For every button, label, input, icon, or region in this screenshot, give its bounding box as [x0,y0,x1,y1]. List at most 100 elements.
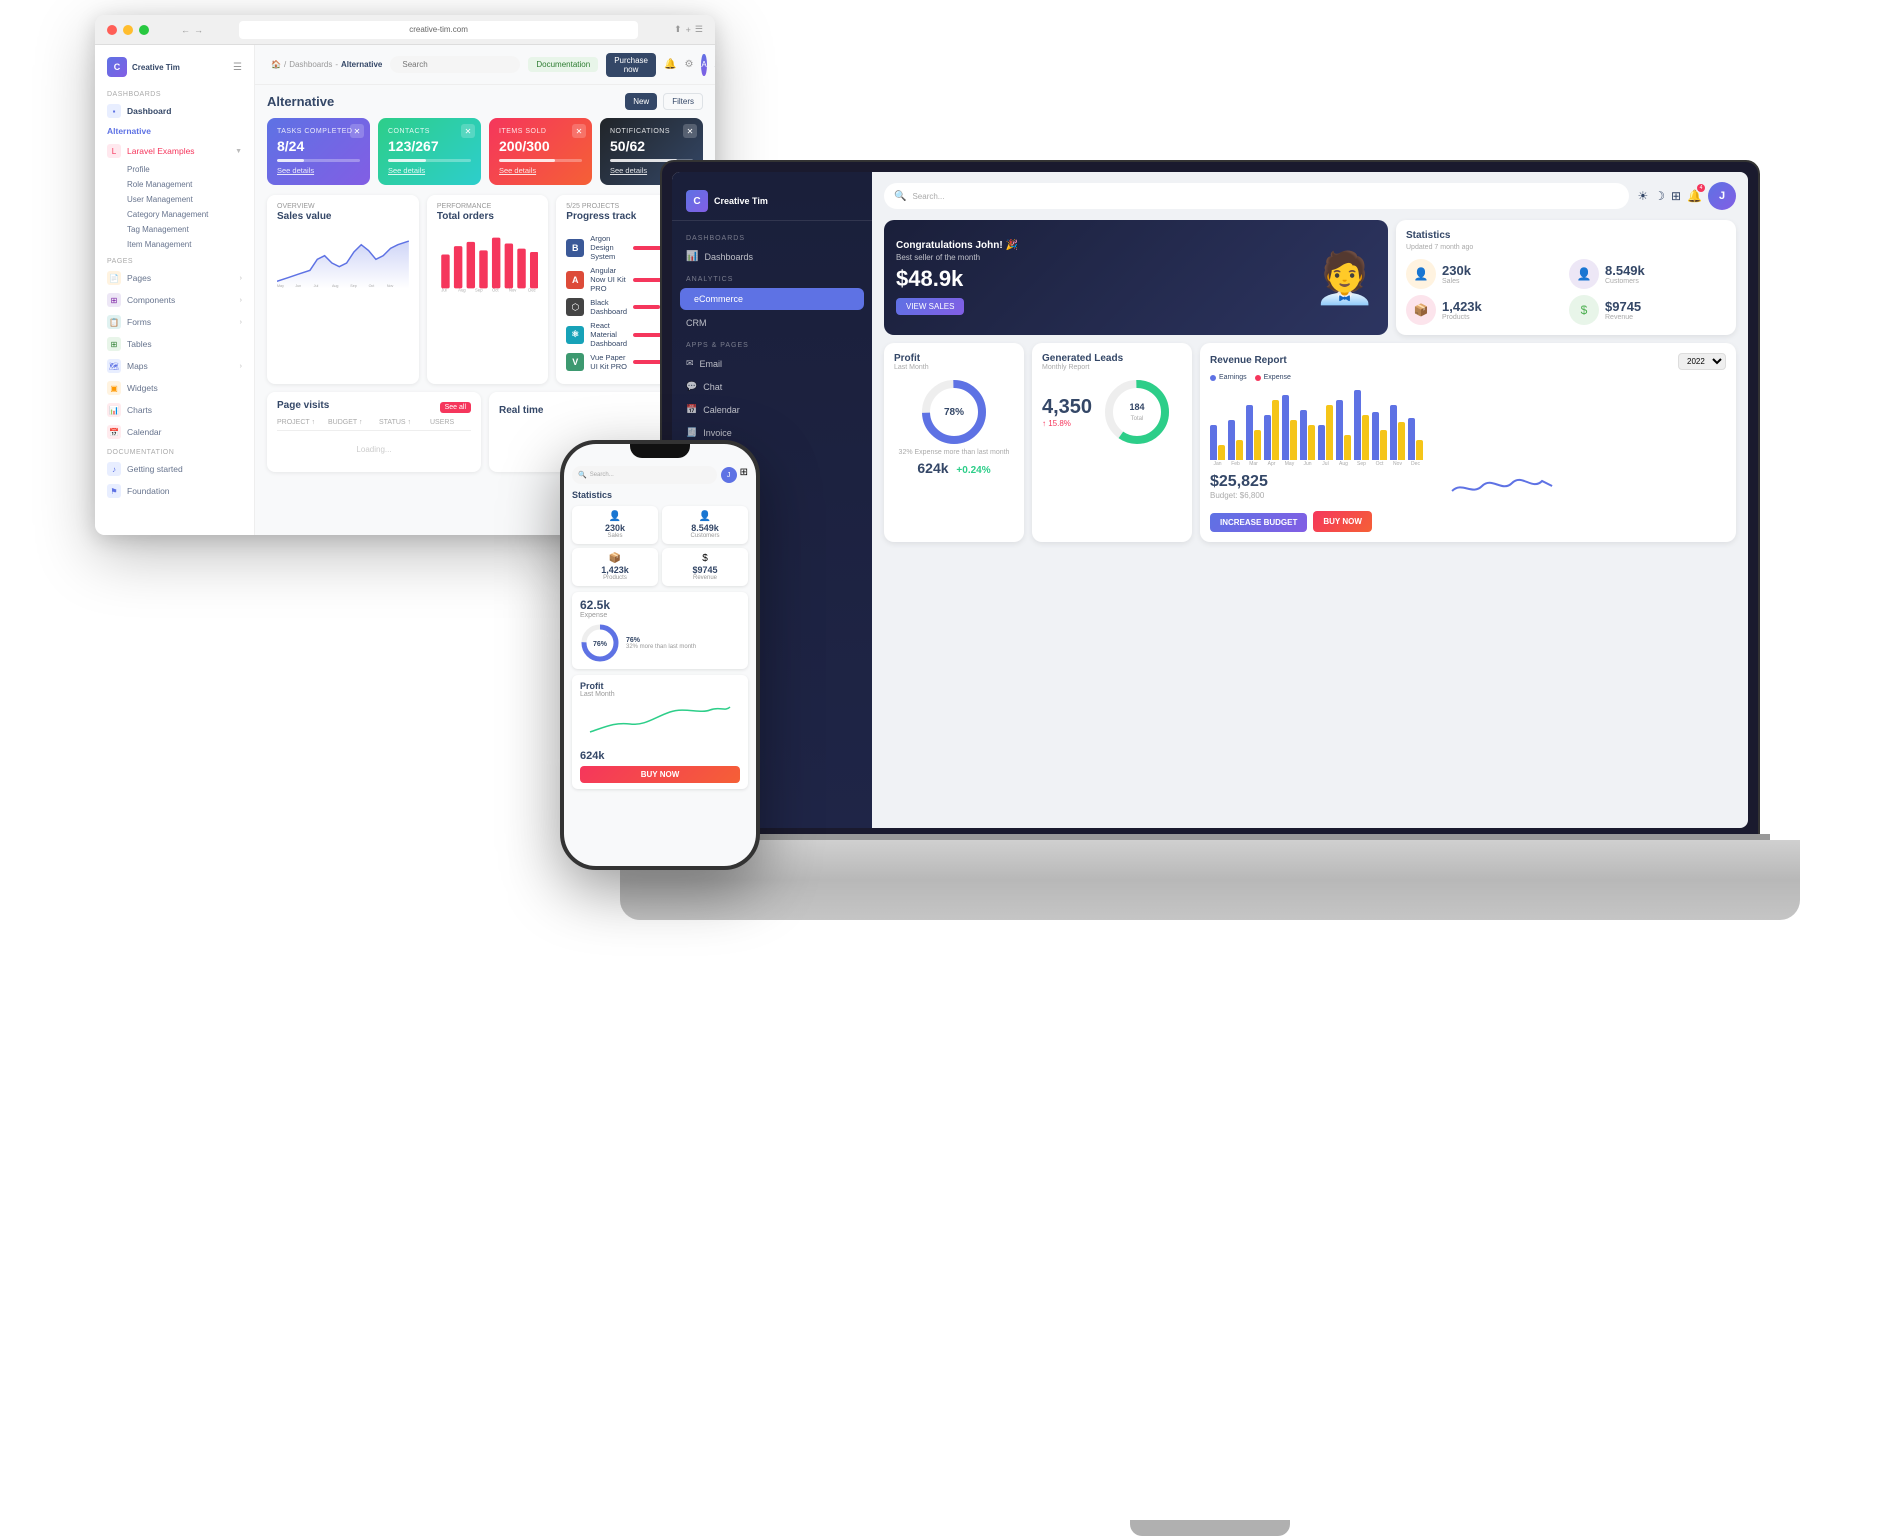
avatar[interactable]: A [701,54,706,76]
sidebar-submenu-tag[interactable]: Tag Management [95,222,254,237]
laptop-search-bar[interactable]: 🔍 Search... [884,183,1629,209]
laptop-nav-ecommerce[interactable]: eCommerce [680,288,864,310]
sidebar-menu-icon[interactable]: ☰ [233,62,242,73]
col-budget: BUDGET ↑ [328,419,369,426]
laptop-notch [1130,1520,1290,1536]
laptop-notification-wrapper: 🔔 4 [1687,187,1702,205]
sidebar-item-calendar[interactable]: 📅 Calendar [95,421,254,443]
close-dot[interactable] [107,25,117,35]
sidebar-submenu-user[interactable]: User Management [95,192,254,207]
breadcrumb: 🏠 / Dashboards - Alternative [271,60,382,69]
laptop-nav-section-dashboards: Dashboards [672,227,872,245]
tables-icon: ⊞ [107,337,121,351]
table-placeholder: Loading... [277,434,471,464]
sidebar-item-dashboard[interactable]: ▪ Dashboard [95,100,254,122]
stat-progress-fill-contacts [388,159,426,162]
laptop-nav-calendar[interactable]: 📅 Calendar [672,398,872,421]
sidebar-submenu-role[interactable]: Role Management [95,177,254,192]
laptop-main: 🔍 Search... ☀ ☽ ⊞ 🔔 4 [872,172,1748,828]
congratulations-greeting: Congratulations John! 🎉 [896,240,1304,251]
phone-search[interactable]: 🔍 Search... [572,466,717,484]
phone-revenue-icon: $ [667,553,743,564]
revenue-header: Revenue Report 2022 2021 [1210,353,1726,370]
expense-dot [1255,375,1261,381]
exp-bar-feb [1236,440,1243,460]
sidebar-item-components[interactable]: ⊞ Components › [95,289,254,311]
sidebar-item-charts[interactable]: 📊 Charts [95,399,254,421]
stat-sales: 👤 230k Sales [1406,259,1563,289]
settings-icon[interactable]: ⚙ [684,59,693,70]
sales-icon: 👤 [1406,259,1436,289]
sidebar-submenu-profile[interactable]: Profile [95,162,254,177]
laptop-avatar[interactable]: J [1708,182,1736,210]
phone-donut-svg: 76% [580,623,620,663]
browser-titlebar: ← → creative-tim.com ⬆ + ☰ [95,15,715,45]
sidebar-item-forms[interactable]: 📋 Forms › [95,311,254,333]
phone-buy-button[interactable]: BUY NOW [580,766,740,783]
laptop-grid-icon[interactable]: ⊞ [1671,189,1681,203]
sidebar-item-maps[interactable]: 🗺 Maps › [95,355,254,377]
laptop-contrast-icon[interactable]: ☀ [1637,189,1648,203]
leads-numbers: 4,350 ↑ 15.8% [1042,396,1092,428]
phone-settings-icon[interactable]: ⊞ [740,467,748,483]
sidebar-item-getting-started[interactable]: ♪ Getting started [95,458,254,480]
svg-text:Jul: Jul [441,288,446,293]
sidebar-item-pages[interactable]: 📄 Pages › [95,267,254,289]
laptop-moon-icon[interactable]: ☽ [1654,189,1665,203]
earnings-dot [1210,375,1216,381]
phone-content: 🔍 Search... J ⊞ Statistics 👤 230k Sa [564,458,756,799]
maps-arrow: › [240,363,242,370]
products-icon: 📦 [1406,295,1436,325]
stat-link-tasks[interactable]: See details [277,166,360,175]
phone-topbar: 🔍 Search... J ⊞ [572,462,748,484]
see-all-button[interactable]: See all [440,402,471,413]
sidebar-item-widgets[interactable]: ▣ Widgets [95,377,254,399]
phone-customers-icon: 👤 [667,511,743,522]
revenue-title: Revenue Report [1210,355,1287,366]
col-status: STATUS ↑ [379,419,420,426]
sidebar-item-laravel[interactable]: L Laravel Examples ▼ [95,140,254,162]
view-sales-button[interactable]: VIEW SALES [896,298,964,315]
stat-card-contacts: ✕ Contacts 123/267 See details [378,118,481,185]
phone-profit-value: 624k [580,750,740,762]
minimize-dot[interactable] [123,25,133,35]
sidebar-item-foundation[interactable]: ⚑ Foundation [95,480,254,502]
page-title: Alternative [267,94,625,109]
filters-button[interactable]: Filters [663,93,703,110]
phone-profit-title: Profit [580,681,740,691]
forms-arrow: › [240,319,242,326]
sidebar-logo-icon: C [107,57,127,77]
revenue-year-select[interactable]: 2022 2021 [1678,353,1726,370]
stat-link-contacts[interactable]: See details [388,166,471,175]
earn-bar-jul [1318,425,1325,460]
svg-text:Jun: Jun [295,284,301,288]
phone-expense-note: 76% 32% more than last month [626,637,696,650]
sidebar-submenu-category[interactable]: Category Management [95,207,254,222]
rev-group-apr: Apr [1264,390,1279,467]
search-input[interactable] [390,56,520,73]
sidebar-item-alternative[interactable]: Alternative [95,122,254,140]
laptop: C Creative Tim Dashboards 📊 Dashboards A… [620,160,1800,980]
maps-icon: 🗺 [107,359,121,373]
new-button[interactable]: New [625,93,657,110]
documentation-button[interactable]: Documentation [528,57,598,72]
revenue-icon: $ [1569,295,1599,325]
profit-change: +0.24% [956,465,990,476]
phone-donut-row: 76% 76% 32% more than last month [580,623,740,663]
buy-now-button[interactable]: BUY NOW [1313,511,1372,532]
sidebar-item-tables[interactable]: ⊞ Tables [95,333,254,355]
maximize-dot[interactable] [139,25,149,35]
laptop-topbar: 🔍 Search... ☀ ☽ ⊞ 🔔 4 [884,182,1736,210]
browser-url[interactable]: creative-tim.com [239,21,638,39]
laptop-nav-email[interactable]: ✉ Email [672,352,872,375]
notification-icon[interactable]: 🔔 [664,59,676,70]
laptop-nav-dashboards[interactable]: 📊 Dashboards [672,245,872,268]
laptop-nav-chat[interactable]: 💬 Chat [672,375,872,398]
sidebar-submenu-item[interactable]: Item Management [95,237,254,252]
sales-chart-svg: May Jun Jul Aug Sep Oct Nov [277,228,409,298]
earn-bar-nov [1390,405,1397,460]
purchase-now-button[interactable]: Purchase now [606,53,656,77]
increase-budget-button[interactable]: INCREASE BUDGET [1210,513,1307,532]
laptop-nav-crm[interactable]: CRM [672,312,872,334]
phone-avatar[interactable]: J [721,467,737,483]
